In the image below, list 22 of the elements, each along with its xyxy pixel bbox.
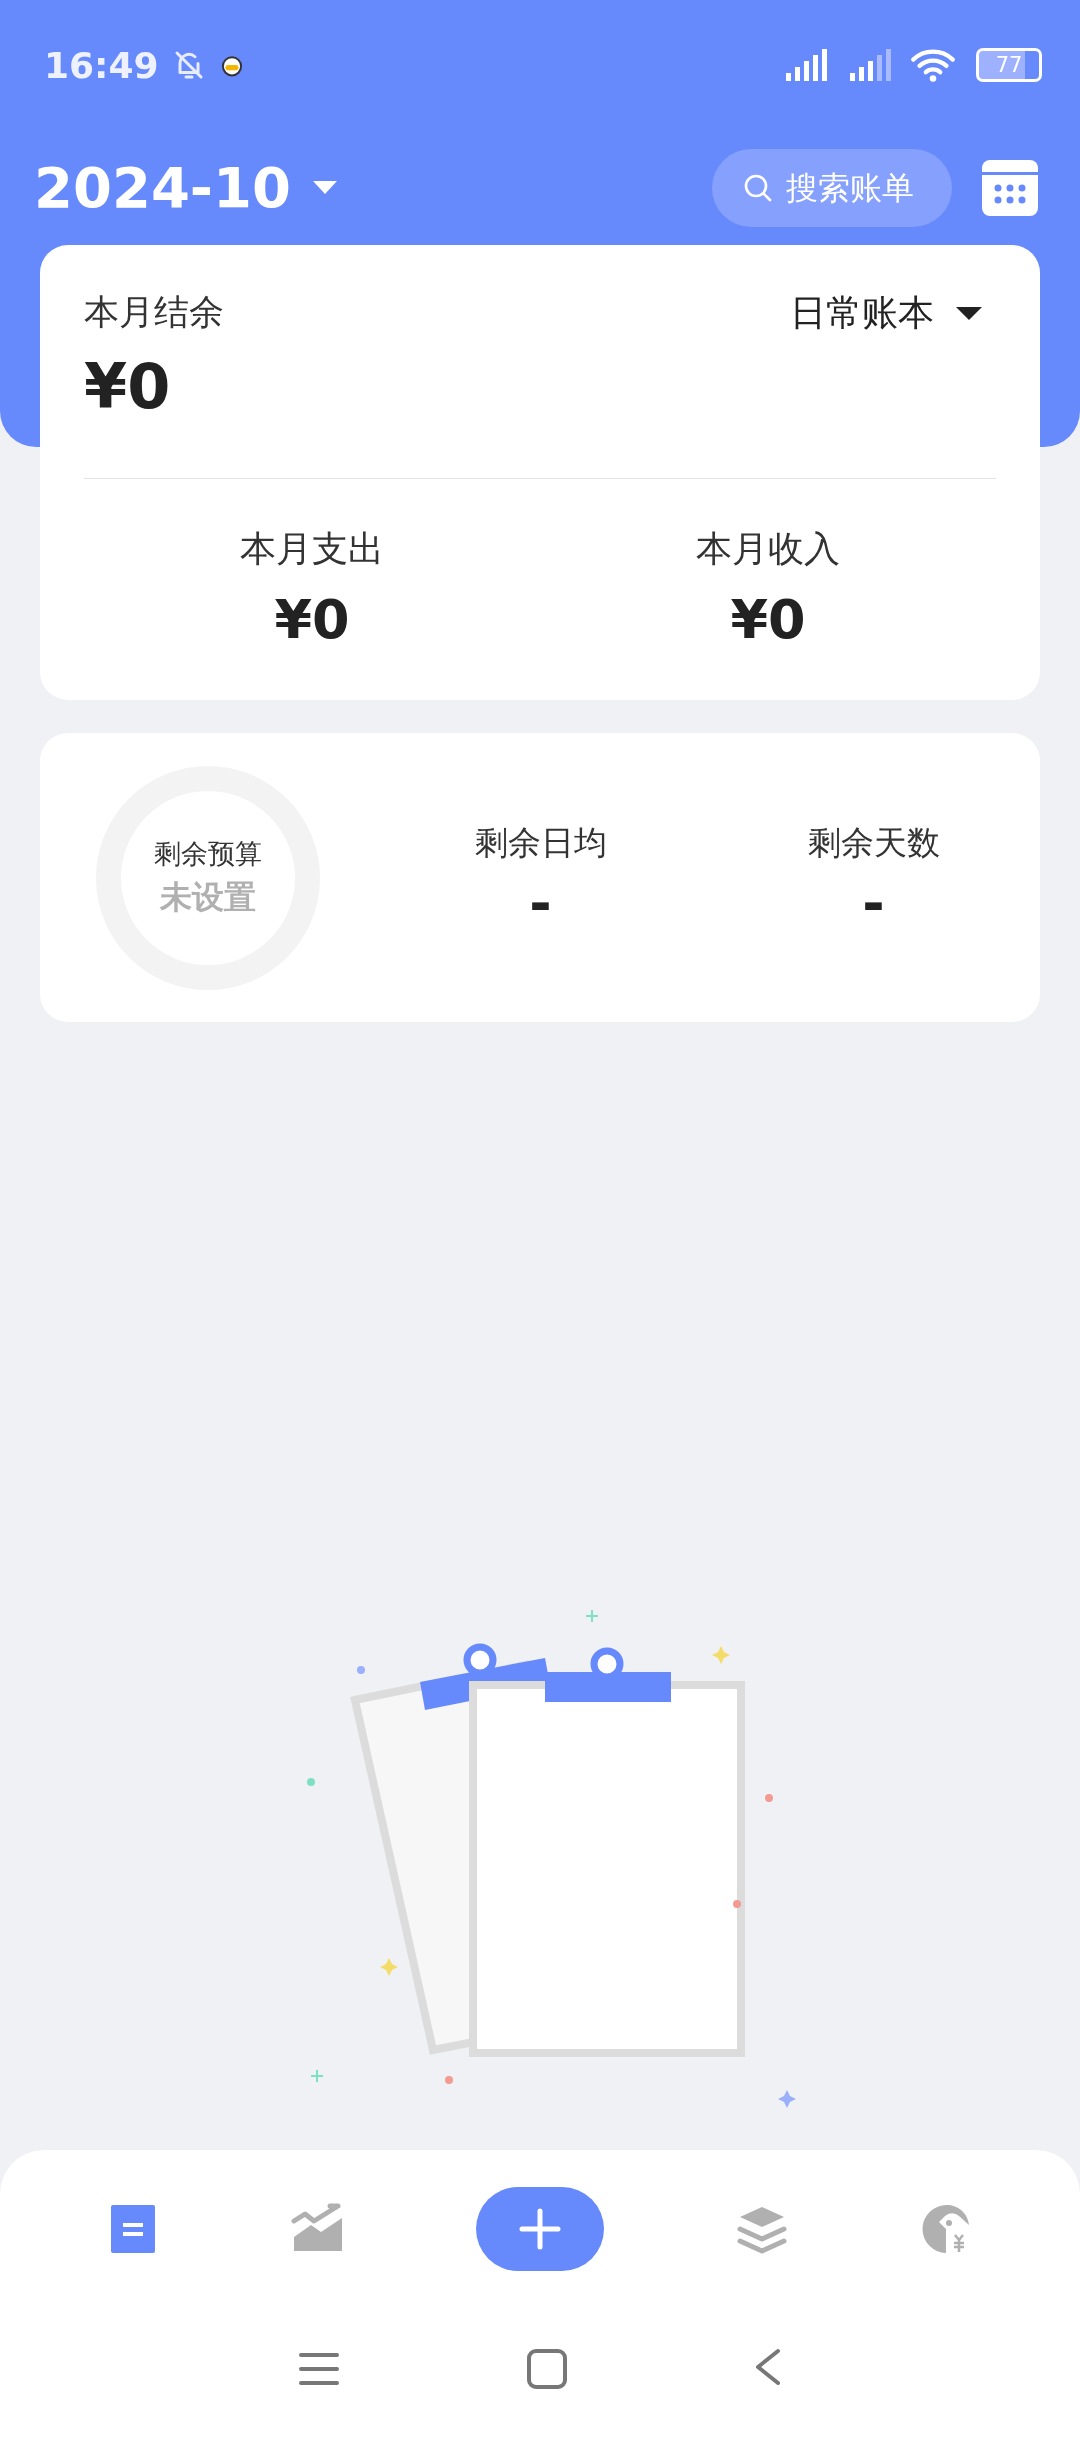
book-selector[interactable]: 日常账本 [790, 289, 996, 338]
budget-stat-value: - [861, 871, 886, 935]
stat-label: 本月收入 [695, 527, 841, 571]
budget-stat-label: 剩余天数 [806, 821, 941, 864]
balance-value: ¥0 [84, 350, 172, 423]
caret-icon [956, 306, 982, 321]
caret-icon [313, 180, 338, 195]
balance-label: 本月结余 [84, 291, 224, 334]
status-time: 16:49 [44, 44, 159, 86]
budget-stat-value: - [528, 871, 553, 935]
home-icon[interactable] [526, 2348, 568, 2390]
calendar-icon[interactable] [982, 159, 1038, 216]
stat-label: 本月支出 [239, 527, 385, 571]
stat-value: ¥0 [729, 588, 807, 651]
battery-indicator: 77 [976, 48, 1042, 82]
budget-label: 剩余预算 [154, 836, 262, 871]
wifi-icon [910, 47, 956, 83]
budget-stat-label: 剩余日均 [473, 821, 608, 864]
plus-icon [518, 2207, 562, 2251]
search-field[interactable]: 搜索账单 [712, 148, 952, 227]
budget-status: 未设置 [160, 876, 256, 918]
stat-value: ¥0 [273, 588, 351, 651]
